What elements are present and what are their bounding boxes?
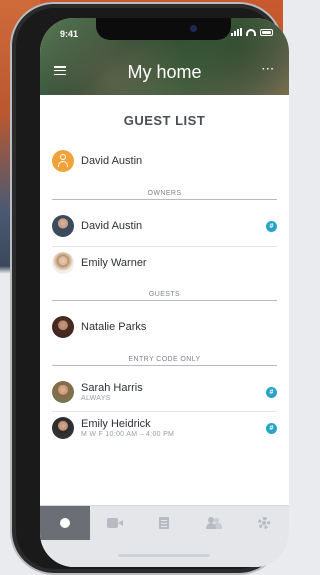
guest-name: David Austin: [81, 220, 143, 232]
bottom-navigation: [40, 505, 289, 567]
status-icons: [231, 28, 273, 36]
guest-name: Emily Heidrick: [81, 418, 151, 430]
app-screen: 9:41 My home ··· GUEST LIST David Austin: [40, 18, 289, 567]
avatar: [52, 215, 74, 237]
home-indicator[interactable]: [118, 554, 210, 557]
nav-activity[interactable]: [140, 506, 190, 540]
nav-settings[interactable]: [239, 506, 289, 540]
avatar: [52, 381, 74, 403]
avatar: [52, 417, 74, 439]
guest-name: David Austin: [81, 155, 143, 167]
guest-list-title: GUEST LIST: [123, 113, 206, 128]
list-item-entry-code[interactable]: Emily Heidrick M W F 10:00 AM – 4:00 PM …: [52, 415, 277, 441]
section-label: GUESTS: [148, 291, 181, 298]
nav-home[interactable]: [40, 506, 90, 540]
access-schedule: ALWAYS: [81, 395, 111, 402]
page-title: My home: [127, 62, 202, 82]
list-item-guest[interactable]: Natalie Parks: [52, 314, 277, 340]
guest-name: Natalie Parks: [81, 321, 147, 333]
section-label: ENTRY CODE ONLY: [128, 356, 201, 363]
user-icon: [52, 150, 74, 172]
home-dot-icon: [59, 518, 70, 528]
avatar: [52, 252, 74, 274]
entry-code-badge-icon[interactable]: #: [266, 386, 277, 398]
camera-icon: [106, 518, 123, 528]
battery-icon: [260, 28, 273, 36]
section-entry-code-only: ENTRY CODE ONLY: [52, 356, 277, 366]
row-divider: [52, 411, 277, 412]
status-time: 9:41: [60, 29, 79, 39]
wifi-icon: [246, 28, 256, 36]
section-guests: GUESTS: [52, 291, 277, 301]
list-item-owner[interactable]: Emily Warner: [52, 250, 277, 276]
guest-name: Sarah Harris: [81, 382, 143, 394]
entry-code-badge-icon[interactable]: #: [266, 220, 277, 232]
row-divider: [52, 246, 277, 247]
access-schedule: M W F 10:00 AM – 4:00 PM: [81, 431, 175, 438]
entry-code-badge-icon[interactable]: #: [266, 422, 277, 434]
nav-guests[interactable]: [189, 506, 239, 540]
phone-frame: 9:41 My home ··· GUEST LIST David Austin: [10, 2, 289, 575]
phone-notch: [96, 18, 231, 40]
document-icon: [159, 517, 170, 529]
section-owners: OWNERS: [52, 190, 277, 200]
more-options-icon[interactable]: ···: [262, 64, 275, 75]
guest-name: Emily Warner: [81, 257, 147, 269]
list-item-primary[interactable]: David Austin: [52, 148, 277, 174]
nav-camera[interactable]: [90, 506, 140, 540]
gear-icon: [258, 517, 271, 529]
list-item-owner[interactable]: David Austin #: [52, 213, 277, 239]
front-camera: [190, 25, 197, 32]
signal-icon: [231, 28, 242, 36]
people-icon: [206, 517, 223, 529]
avatar: [52, 316, 74, 338]
section-label: OWNERS: [147, 190, 182, 197]
list-item-entry-code[interactable]: Sarah Harris ALWAYS #: [52, 379, 277, 405]
